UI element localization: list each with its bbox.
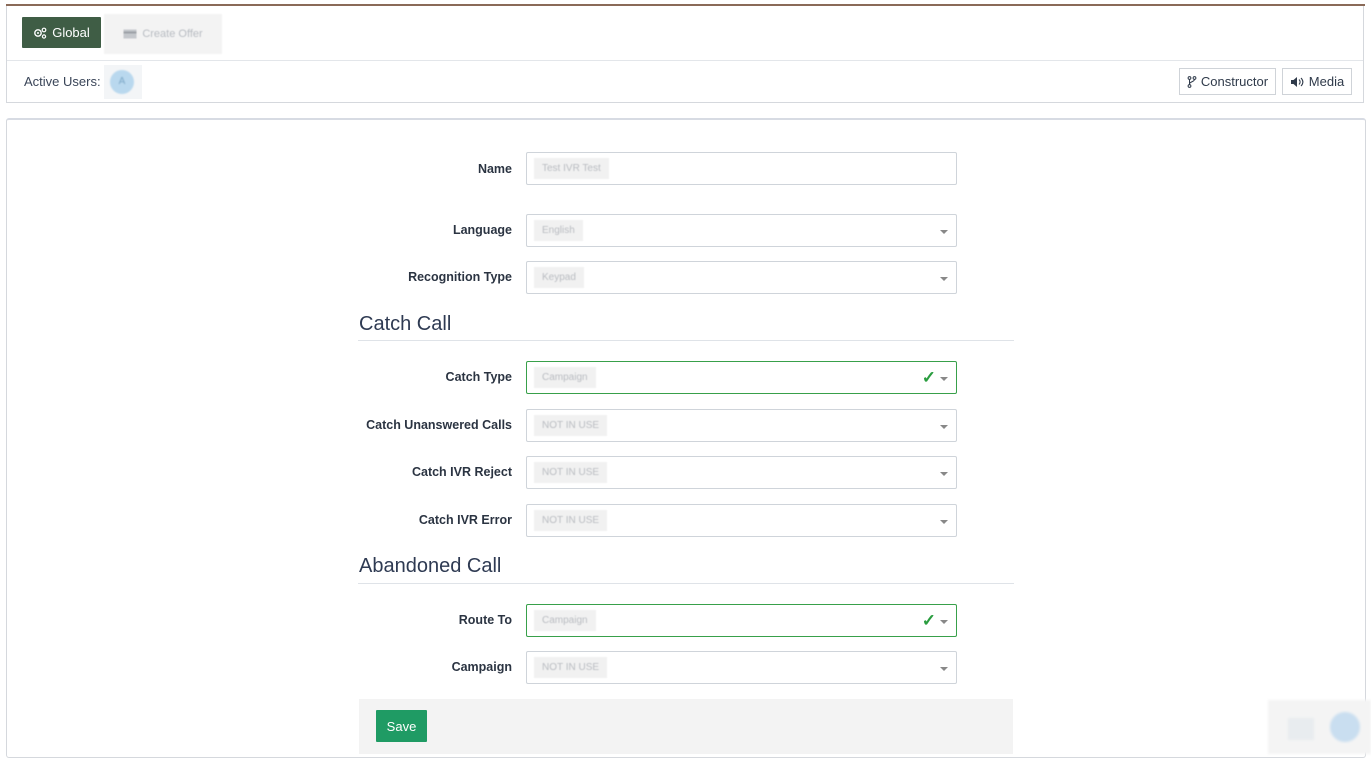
active-users-label: Active Users: — [24, 74, 101, 89]
catch-ivr-reject-select[interactable]: NOT IN USE — [526, 456, 957, 489]
catch-ivr-reject-label: Catch IVR Reject — [411, 465, 512, 479]
catch-ivr-reject-value: NOT IN USE — [534, 462, 608, 483]
volume-icon — [1290, 76, 1304, 87]
language-value: English — [534, 220, 583, 241]
name-label: Name — [477, 162, 512, 176]
route-to-value: Campaign — [534, 610, 596, 631]
media-button[interactable]: Media — [1282, 68, 1352, 95]
name-field[interactable]: Test IVR Test — [526, 152, 957, 185]
branch-icon — [1187, 75, 1197, 88]
avatar-container: A — [104, 65, 142, 99]
catch-unanswered-value: NOT IN USE — [534, 415, 608, 436]
catch-call-heading: Catch Call — [359, 313, 452, 335]
save-button[interactable]: Save — [376, 710, 427, 742]
caret-down-icon — [940, 425, 948, 429]
caret-down-icon — [940, 377, 948, 381]
constructor-label: Constructor — [1200, 74, 1269, 89]
catch-type-label: Catch Type — [445, 370, 512, 384]
avatar[interactable]: A — [110, 70, 134, 94]
caret-down-icon — [940, 667, 948, 671]
caret-down-icon — [940, 230, 948, 234]
language-label: Language — [452, 223, 512, 237]
catch-ivr-error-value: NOT IN USE — [534, 510, 608, 531]
checkmark-icon: ✓ — [921, 368, 936, 387]
caret-down-icon — [940, 277, 948, 281]
form-actions-bar: Save — [359, 699, 1013, 754]
constructor-button[interactable]: Constructor — [1179, 68, 1276, 95]
campaign-label: Campaign — [451, 660, 512, 674]
checkmark-icon: ✓ — [921, 611, 936, 630]
catch-unanswered-label: Catch Unanswered Calls — [366, 418, 512, 432]
recognition-type-label: Recognition Type — [408, 270, 512, 284]
catch-ivr-error-select[interactable]: NOT IN USE — [526, 504, 957, 537]
campaign-value: NOT IN USE — [534, 657, 608, 678]
catch-type-value: Campaign — [534, 367, 596, 388]
section-divider — [358, 583, 1014, 584]
campaign-select[interactable]: NOT IN USE — [526, 651, 957, 684]
active-users-row: Active Users: A Constructor Media — [7, 61, 1363, 103]
card-icon — [123, 29, 137, 39]
language-select[interactable]: English — [526, 214, 957, 247]
route-to-select[interactable]: Campaign ✓ — [526, 604, 957, 637]
media-label: Media — [1308, 74, 1345, 89]
chat-bubble-icon[interactable] — [1330, 712, 1360, 742]
section-divider — [358, 340, 1014, 341]
settings-icon — [34, 27, 47, 39]
name-value: Test IVR Test — [534, 158, 609, 179]
tab-global[interactable]: Global — [22, 17, 101, 48]
catch-ivr-error-label: Catch IVR Error — [418, 513, 512, 527]
tab-create-offer-label: Create Offer — [142, 28, 203, 40]
header-panel: Global Create Offer Active Users: A Cons… — [6, 6, 1364, 103]
caret-down-icon — [940, 520, 948, 524]
recognition-type-select[interactable]: Keypad — [526, 261, 957, 294]
floating-widget[interactable] — [1268, 700, 1371, 754]
route-to-label: Route To — [458, 613, 512, 627]
caret-down-icon — [940, 620, 948, 624]
catch-type-select[interactable]: Campaign ✓ — [526, 361, 957, 394]
tabs-row: Global Create Offer — [7, 6, 1363, 61]
catch-unanswered-select[interactable]: NOT IN USE — [526, 409, 957, 442]
abandoned-call-heading: Abandoned Call — [359, 555, 502, 577]
tab-global-label: Global — [52, 25, 90, 40]
caret-down-icon — [940, 472, 948, 476]
recognition-type-value: Keypad — [534, 267, 584, 288]
widget-logo-icon — [1288, 718, 1314, 740]
tab-create-offer[interactable]: Create Offer — [104, 14, 222, 54]
